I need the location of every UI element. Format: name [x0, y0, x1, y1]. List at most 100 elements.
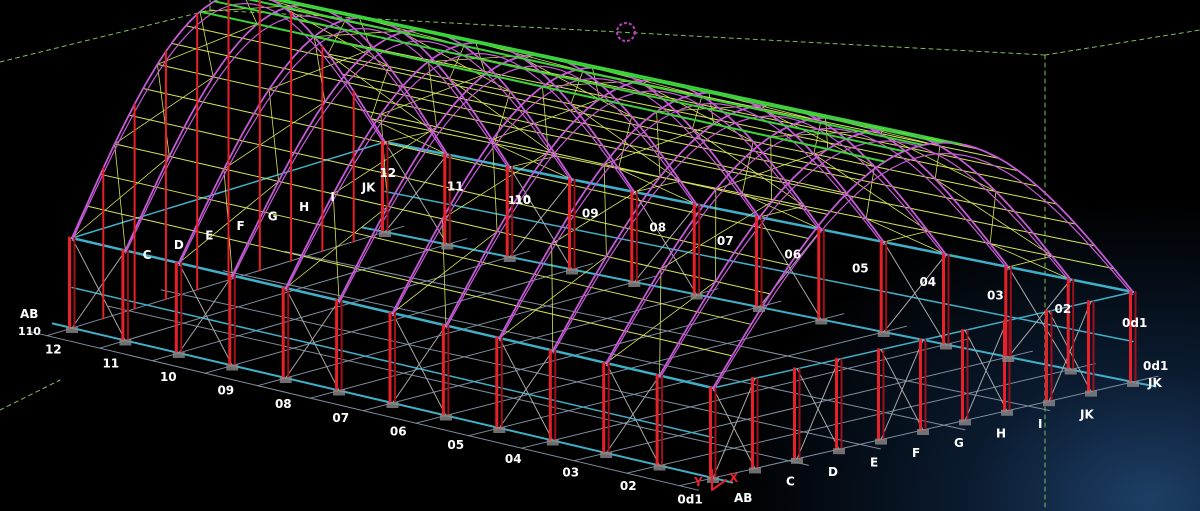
column-base	[226, 364, 239, 371]
roof-brace	[934, 145, 941, 180]
column-base	[833, 448, 845, 455]
grid-label-front-number: 04	[505, 452, 522, 466]
column-base	[441, 243, 454, 250]
roof-brace	[384, 130, 434, 143]
bbox-edge	[1044, 29, 1200, 56]
arch-bottom-chord	[712, 152, 1134, 392]
column-base	[1064, 368, 1077, 375]
bbox-edge	[209, 9, 1046, 56]
grid-label-back-number: 08	[649, 220, 666, 234]
grid-label-back-number: 05	[852, 261, 869, 275]
column-base	[566, 268, 578, 275]
column-base	[791, 457, 803, 464]
end-girt	[165, 198, 198, 210]
grid-label-back-letter: G	[954, 436, 964, 450]
end-girt	[880, 339, 924, 351]
column-base	[66, 327, 78, 333]
roof-brace	[327, 53, 434, 132]
roof-brace	[883, 230, 929, 243]
brace	[796, 368, 840, 450]
column-base	[628, 281, 641, 287]
grid-label-front-number: 05	[447, 438, 464, 452]
grid-label-corner: 110	[18, 325, 41, 338]
column-base	[1085, 390, 1097, 397]
roof-brace	[492, 138, 498, 232]
grid-label-back-letter: JK	[1079, 407, 1094, 421]
grid-label-front-letter: D	[174, 238, 184, 252]
column-base	[279, 377, 292, 383]
grid-label-front-letter: E	[205, 229, 213, 243]
column-base	[439, 414, 452, 421]
roof-brace	[332, 126, 438, 195]
grid-label-front-number: 0d1	[677, 493, 702, 507]
grid-label-front-number: 06	[390, 424, 407, 438]
end-girt	[133, 208, 167, 220]
end-girt	[964, 320, 1008, 332]
roof-brace	[370, 66, 390, 119]
roof-brace	[114, 143, 126, 251]
grid-label-front-number: 10	[160, 370, 177, 384]
ridge-line	[246, 0, 924, 146]
roof-brace	[989, 191, 997, 245]
grid-label-back-number: 12	[379, 166, 396, 180]
end-girt	[838, 348, 882, 360]
roof-brace	[285, 205, 389, 289]
bbox-edge	[0, 9, 211, 63]
roof-brace	[156, 64, 170, 157]
grid-label-back-number: 03	[987, 289, 1004, 303]
wall-girt	[71, 286, 714, 439]
brace	[712, 387, 756, 469]
column-base	[503, 256, 516, 262]
grid-label-back-number: 11	[447, 179, 464, 193]
roof-brace	[633, 180, 681, 193]
grid-label-front-number: 08	[275, 397, 292, 411]
steel-columns	[68, 0, 1137, 480]
axis-x-label: X	[729, 471, 739, 485]
roof-brace	[758, 205, 805, 218]
grid-label-back-letter: C	[786, 475, 795, 489]
grid-label-back-number: 09	[582, 207, 599, 221]
grid-label-front-number: 02	[620, 479, 637, 493]
grid-label-back-number: 0d1	[1122, 316, 1147, 330]
grid-label-front-number: 03	[562, 465, 579, 479]
grid-label-back-letter: H	[996, 427, 1006, 441]
arch-bottom-chord	[124, 15, 448, 254]
grid-label-front-letter: I	[330, 190, 334, 204]
column-base	[749, 467, 761, 474]
grid-label-front-letter: C	[143, 248, 152, 262]
grid-label-front-number: 07	[332, 411, 349, 425]
brace	[880, 349, 924, 431]
column-base	[877, 331, 890, 337]
bbox-edge	[0, 379, 61, 411]
column-base	[493, 427, 506, 433]
column-base	[386, 402, 399, 408]
column-base	[959, 419, 971, 426]
column-base	[1127, 381, 1139, 387]
end-girt	[227, 179, 261, 191]
grid-label-back-number: 06	[784, 248, 801, 262]
roof-brace	[813, 120, 822, 155]
wall-girt	[384, 190, 1134, 343]
wall-bracing	[71, 141, 1092, 479]
end-girt	[796, 358, 840, 370]
grid-label-back-letter: D	[828, 465, 838, 479]
grid-label-back-number: 02	[1054, 302, 1071, 316]
grid-label-front-number: 12	[45, 343, 62, 357]
column-base	[875, 438, 887, 445]
roof-brace	[570, 70, 584, 105]
model-viewport[interactable]: 12 11 10 09 08 07 06 05 04 03 02 0d1 12 11 10 09 08 07 06 0…	[0, 0, 1200, 511]
grid-line-longitudinal	[222, 270, 966, 431]
end-girt	[290, 160, 324, 172]
brace	[1048, 310, 1092, 393]
grid-label-front-letter: H	[299, 200, 309, 214]
column-base	[753, 306, 765, 312]
grid-label-back-number: 07	[717, 234, 734, 248]
column-base	[1001, 409, 1013, 416]
column-base	[690, 293, 703, 300]
roof-brace	[618, 116, 633, 170]
grid-label-front-letter: JK	[361, 181, 376, 195]
bounding-box-guides	[0, 0, 1200, 511]
grid-label-front-number: 11	[102, 356, 119, 370]
structure-3d-view[interactable]: 12111009080706050403020d1121110090807060…	[0, 0, 1200, 511]
column-base	[546, 439, 559, 446]
